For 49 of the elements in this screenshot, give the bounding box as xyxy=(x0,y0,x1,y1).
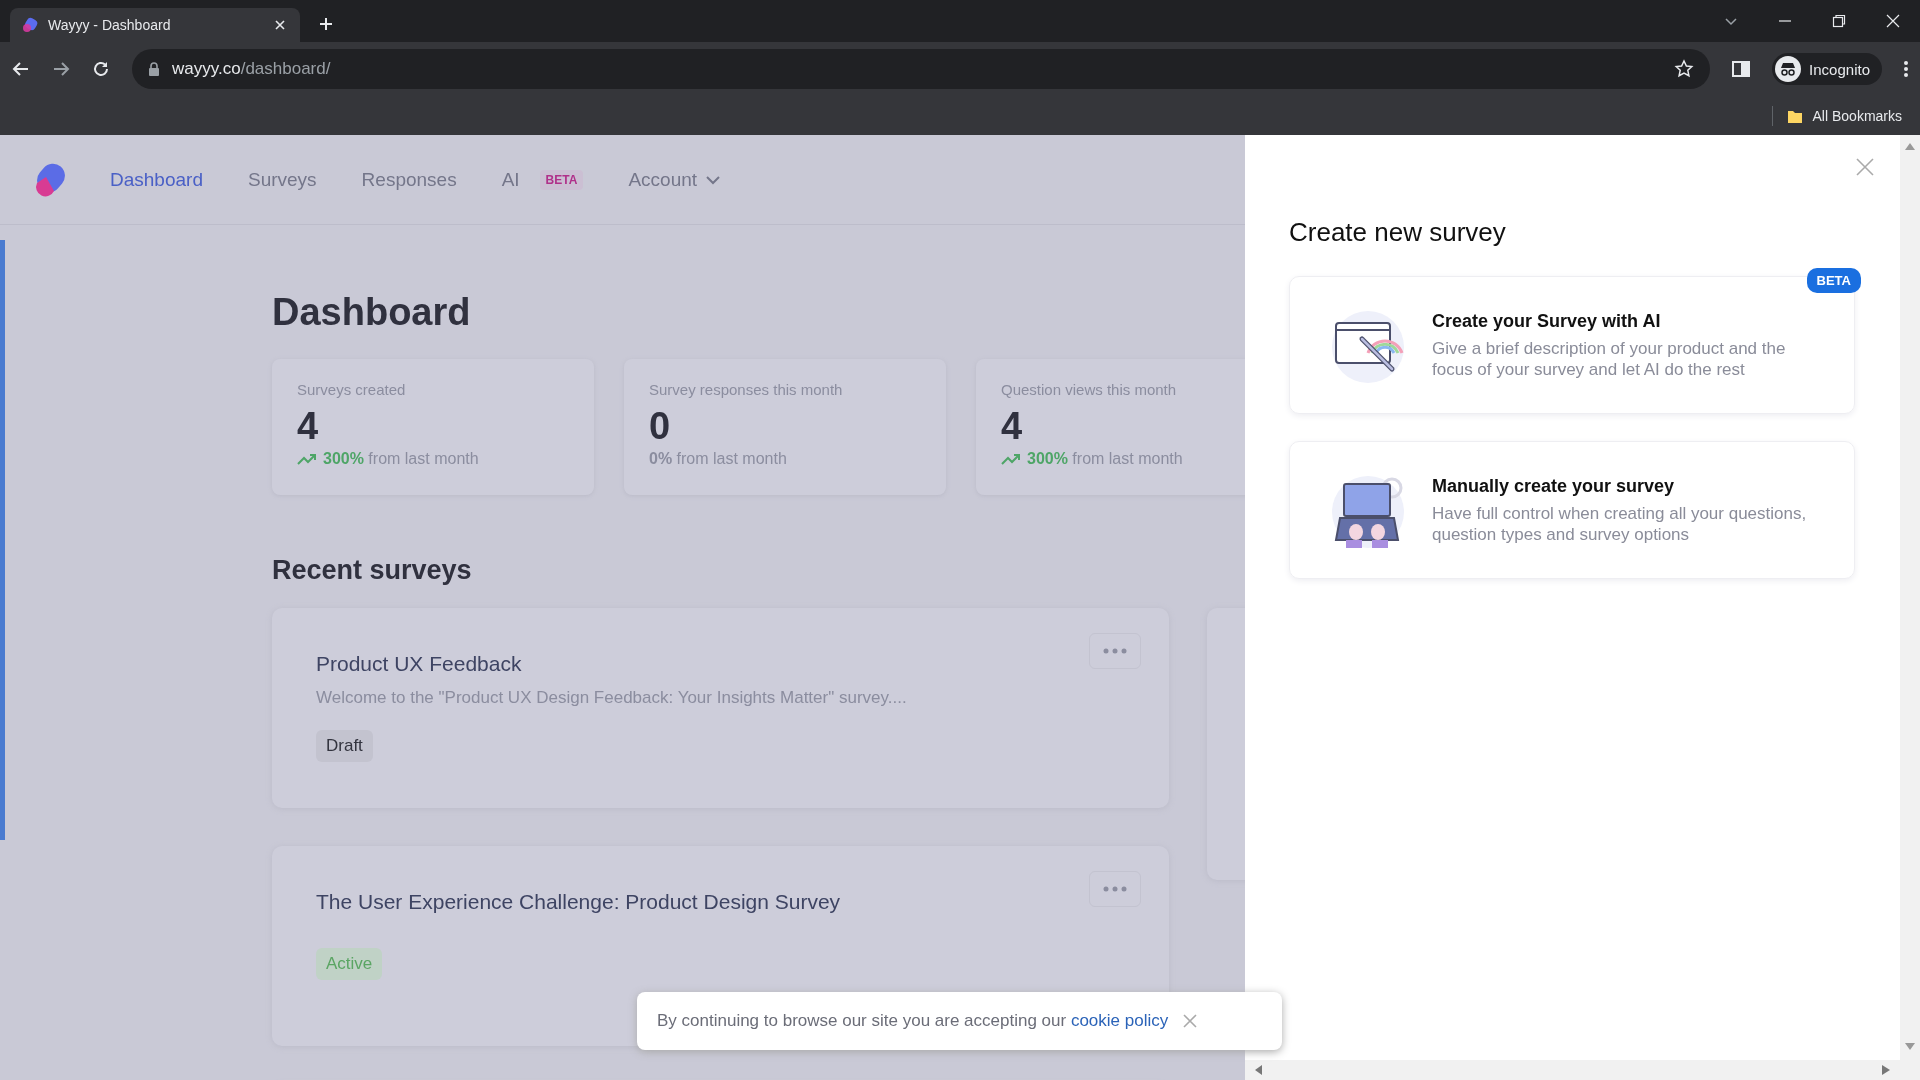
back-arrow-icon[interactable] xyxy=(12,60,30,78)
option-title: Create your Survey with AI xyxy=(1432,310,1662,332)
restore-icon[interactable] xyxy=(1832,14,1846,28)
more-dots-icon xyxy=(1103,648,1127,654)
beta-badge: BETA xyxy=(1806,268,1861,293)
stat-change: 300% from last month xyxy=(323,450,479,468)
stat-value: 4 xyxy=(297,404,320,448)
option-title: Manually create your survey xyxy=(1432,475,1676,497)
trend-up-icon xyxy=(297,452,317,466)
survey-title: The User Experience Challenge: Product Design Survey xyxy=(316,890,842,914)
reload-icon[interactable] xyxy=(92,60,110,78)
site-logo-icon xyxy=(22,17,38,33)
address-bar[interactable]: wayyy.co/dashboard/ xyxy=(132,49,1711,89)
option-description: Have full control when creating all your questions, question types and survey options xyxy=(1432,502,1808,545)
incognito-icon xyxy=(1775,56,1802,82)
survey-description: Welcome to the "Product UX Design Feedback: Your Insights Matter" survey.... xyxy=(316,688,908,708)
survey-card[interactable]: Product UX Feedback Welcome to the "Product UX Design Feedback: Your Insights Matter" survey.... Draft xyxy=(272,608,1169,808)
stat-value: 4 xyxy=(1001,404,1024,448)
stat-change: 300% from last month xyxy=(1027,450,1183,468)
stat-label: Survey responses this month xyxy=(649,381,844,398)
side-panel-icon[interactable] xyxy=(1732,60,1751,78)
survey-title: Product UX Feedback xyxy=(316,652,523,676)
cookie-message: By continuing to browse our site you are accepting our cookie policy xyxy=(657,1011,1169,1031)
trend-up-icon xyxy=(1001,452,1021,466)
browser-tab[interactable]: Wayyy - Dashboard xyxy=(10,8,300,42)
url-text: wayyy.co/dashboard/ xyxy=(172,59,331,79)
bookmarks-folder[interactable]: All Bookmarks xyxy=(1786,107,1902,124)
page-title: Dashboard xyxy=(272,291,472,334)
status-tag: Draft xyxy=(316,730,373,762)
cookie-policy-link[interactable]: cookie policy xyxy=(1070,1011,1169,1030)
stat-value: 0 xyxy=(649,404,672,448)
option-description: Give a brief description of your product and the focus of your survey and let AI do the rest xyxy=(1432,337,1787,380)
more-dots-icon xyxy=(1103,886,1127,892)
scroll-right-icon[interactable] xyxy=(1882,1065,1890,1075)
stat-label: Question views this month xyxy=(1001,381,1178,398)
drawer-title: Create new survey xyxy=(1289,217,1507,248)
new-tab-icon[interactable] xyxy=(318,16,334,32)
lock-icon xyxy=(148,62,160,76)
forward-arrow-icon[interactable] xyxy=(52,60,70,78)
status-tag: Active xyxy=(316,948,383,980)
more-menu-icon[interactable] xyxy=(1904,60,1908,78)
profile-button[interactable]: Incognito xyxy=(1772,53,1882,85)
scroll-left-icon[interactable] xyxy=(1255,1065,1263,1075)
option-card[interactable]: Manually create your survey Have full control when creating all your questions, question types and survey options xyxy=(1289,441,1855,579)
stat-change: 0% from last month xyxy=(649,450,787,468)
beta-badge: BETA xyxy=(539,169,584,190)
section-title: Recent surveys xyxy=(272,555,473,586)
stat-label: Surveys created xyxy=(297,381,407,398)
star-icon[interactable] xyxy=(1674,59,1695,79)
